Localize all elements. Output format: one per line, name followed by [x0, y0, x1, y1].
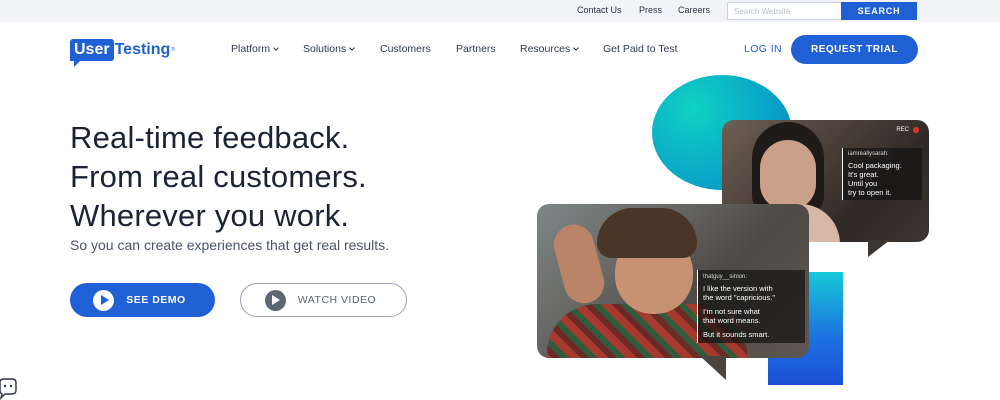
rec-indicator: REC	[896, 127, 919, 133]
headline-line-3: Wherever you work.	[70, 198, 350, 233]
chevron-down-icon	[573, 45, 580, 51]
play-icon	[264, 289, 286, 311]
headline-line-2: From real customers.	[70, 159, 367, 194]
rec-label: REC	[896, 127, 909, 133]
nav-customers-label: Customers	[380, 43, 431, 55]
caption-line: Cool packaging.	[848, 161, 902, 170]
nav-platform-label: Platform	[231, 43, 271, 55]
login-link[interactable]: LOG IN	[744, 43, 782, 55]
caption-line: I like the version with	[703, 284, 773, 293]
careers-link[interactable]: Careers	[678, 5, 710, 15]
search-button[interactable]: SEARCH	[841, 2, 917, 20]
nav-solutions[interactable]: Solutions	[303, 43, 356, 55]
chevron-down-icon	[273, 45, 279, 51]
caption-line: It's great.	[848, 170, 879, 179]
nav-resources-label: Resources	[520, 43, 571, 55]
caption-overlay-sarah: iamreallysarah: Cool packaging. It's gre…	[842, 148, 922, 200]
chevron-down-icon	[349, 45, 356, 51]
logo-text: Testing	[114, 41, 171, 58]
hero-headline: Real-time feedback. From real customers.…	[70, 118, 367, 235]
caption-line: Until you	[848, 179, 878, 188]
headline-line-1: Real-time feedback.	[70, 120, 350, 155]
logo-registered-mark: ®	[171, 47, 175, 53]
nav-get-paid-label: Get Paid to Test	[603, 43, 678, 55]
nav-partners-label: Partners	[456, 43, 496, 55]
caption-line: that word means.	[703, 316, 761, 325]
caption-username: thatguy__simon:	[703, 274, 748, 280]
nav-get-paid-to-test[interactable]: Get Paid to Test	[603, 43, 678, 55]
nav-customers[interactable]: Customers	[380, 43, 431, 55]
speech-tail	[868, 240, 890, 257]
hero-subhead: So you can create experiences that get r…	[70, 237, 390, 253]
usertesting-logo[interactable]: User Testing ®	[70, 38, 175, 67]
nav-resources[interactable]: Resources	[520, 43, 580, 55]
caption-username: iamreallysarah:	[848, 151, 889, 157]
speech-tail	[700, 356, 726, 380]
video-card-simon: thatguy__simon: I like the version with …	[537, 204, 809, 358]
caption-line: I'm not sure what	[703, 307, 760, 316]
contact-us-link[interactable]: Contact Us	[577, 5, 622, 15]
play-icon	[93, 289, 115, 311]
see-demo-button[interactable]: SEE DEMO	[70, 283, 215, 317]
nav-platform[interactable]: Platform	[231, 43, 279, 55]
caption-line: the word "capricious."	[703, 293, 776, 302]
search-input[interactable]	[727, 2, 842, 20]
chat-widget-icon[interactable]	[0, 378, 20, 400]
caption-overlay-simon: thatguy__simon: I like the version with …	[697, 270, 805, 343]
press-link[interactable]: Press	[639, 5, 662, 15]
caption-line: But it sounds smart.	[703, 330, 770, 339]
man-hair	[597, 208, 697, 258]
watch-video-label: WATCH VIDEO	[297, 294, 377, 306]
caption-line: try to open it.	[848, 188, 892, 197]
nav-partners[interactable]: Partners	[456, 43, 496, 55]
utility-bar: Contact Us Press Careers SEARCH	[0, 0, 1000, 22]
nav-solutions-label: Solutions	[303, 43, 347, 55]
logo-box: User	[70, 39, 114, 67]
request-trial-button[interactable]: REQUEST TRIAL	[791, 35, 918, 64]
watch-video-button[interactable]: WATCH VIDEO	[240, 283, 407, 317]
woman-face	[760, 140, 816, 210]
see-demo-label: SEE DEMO	[126, 294, 186, 306]
record-dot-icon	[913, 127, 919, 133]
